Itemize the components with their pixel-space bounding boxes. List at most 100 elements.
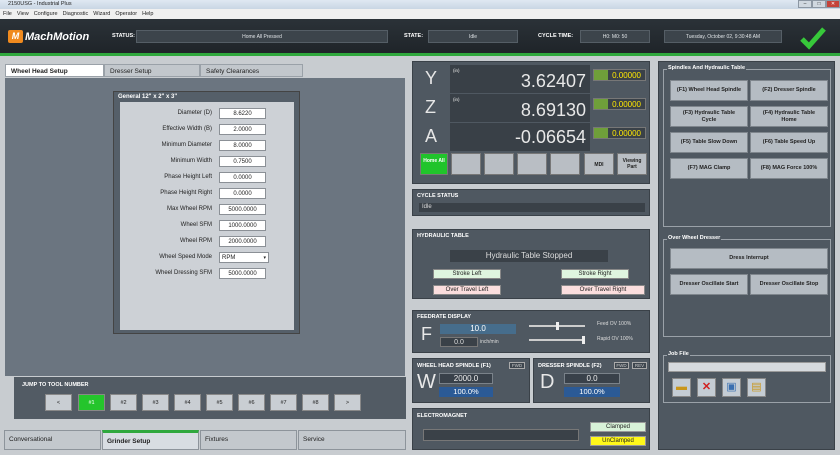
tool-1-button[interactable]: #1 xyxy=(78,394,105,411)
phase-height-left-input[interactable]: 0.0000 xyxy=(219,172,266,183)
minimum-diameter-input[interactable]: 8.0000 xyxy=(219,140,266,151)
offset-bar xyxy=(594,99,608,109)
minimum-width-input[interactable]: 0.7500 xyxy=(219,156,266,167)
tool-8-button[interactable]: #8 xyxy=(302,394,329,411)
tab-wheel-head-setup[interactable]: Wheel Head Setup xyxy=(5,64,104,77)
feed-ov-slider[interactable] xyxy=(529,322,585,330)
feedrate-actual: 0.0 xyxy=(440,337,478,347)
tool-3-button[interactable]: #3 xyxy=(142,394,169,411)
f7-mag-clamp-button[interactable]: (F7) MAG Clamp xyxy=(670,158,748,179)
field-label: Effective Width (B) xyxy=(162,126,212,132)
field-label: Max Wheel RPM xyxy=(166,206,212,212)
mdi-button[interactable]: MDI xyxy=(584,153,614,175)
blank-button-3[interactable] xyxy=(517,153,547,175)
delete-icon[interactable]: ✕ xyxy=(697,378,716,397)
close-button[interactable]: ✕ xyxy=(826,0,840,8)
hydraulic-title: HYDRAULIC TABLE xyxy=(417,233,469,239)
tool-prev-button[interactable]: < xyxy=(45,394,72,411)
offset-value: 0.00000 xyxy=(612,71,641,80)
wheel-rpm-input[interactable]: 2000.0000 xyxy=(219,236,266,247)
offset-bar xyxy=(594,70,608,80)
dresser-oscillate-start-button[interactable]: Dresser Oscillate Start xyxy=(670,274,748,295)
header-bar: M MachMotion STATUS: Home All Pressed STA… xyxy=(0,19,840,56)
viewing-part-button[interactable]: Viewing Part xyxy=(617,153,647,175)
home-all-button[interactable]: Home All xyxy=(420,153,448,175)
f4-hydraulic-table-home-button[interactable]: (F4) Hydraulic Table Home xyxy=(750,106,828,127)
dress-interrupt-button[interactable]: Dress Interrupt xyxy=(670,248,828,269)
job-file-input[interactable] xyxy=(668,362,826,372)
field-row: Wheel SFM 1000.0000 xyxy=(120,219,294,232)
axis-y-readout[interactable]: (in) 3.62407 xyxy=(450,65,590,93)
slider-knob[interactable] xyxy=(582,336,585,344)
axis-a-readout[interactable]: -0.06654 xyxy=(450,123,590,151)
load-icon[interactable]: ▤ xyxy=(747,378,766,397)
wheel-speed-mode-select[interactable]: RPM ▾ xyxy=(219,252,269,263)
select-value: RPM xyxy=(222,255,236,261)
state-value: Idle xyxy=(428,30,518,43)
slider-knob[interactable] xyxy=(555,322,559,330)
wheel-sfm-input[interactable]: 1000.0000 xyxy=(219,220,266,231)
dresser-oscillate-stop-button[interactable]: Dresser Oscillate Stop xyxy=(750,274,828,295)
logo-mark-icon: M xyxy=(8,30,23,43)
cycle-status-panel: CYCLE STATUS Idle xyxy=(412,189,650,216)
save-icon[interactable]: ▣ xyxy=(722,378,741,397)
blank-button-1[interactable] xyxy=(451,153,481,175)
axis-value: 3.62407 xyxy=(520,71,586,91)
tab-safety-clearances[interactable]: Safety Clearances xyxy=(200,64,303,77)
folder-icon[interactable]: ▬ xyxy=(672,378,691,397)
tab-dresser-setup[interactable]: Dresser Setup xyxy=(104,64,200,77)
menu-operator[interactable]: Operator xyxy=(115,9,137,19)
menu-help[interactable]: Help xyxy=(142,9,153,19)
tool-6-button[interactable]: #6 xyxy=(238,394,265,411)
axis-z-readout[interactable]: (in) 8.69130 xyxy=(450,94,590,122)
bottom-tabs: Conversational Grinder Setup Fixtures Se… xyxy=(4,430,406,450)
blank-button-4[interactable] xyxy=(550,153,580,175)
f6-table-speed-up-button[interactable]: (F6) Table Speed Up xyxy=(750,132,828,153)
f8-mag-force-button[interactable]: (F8) MAG Force 100% xyxy=(750,158,828,179)
electromagnet-panel: ELECTROMAGNET Clamped UnClamped xyxy=(412,408,650,450)
f5-table-slow-down-button[interactable]: (F5) Table Slow Down xyxy=(670,132,748,153)
dro-panel: Y (in) 3.62407 0.00000 Z (in) 8.69130 0.00… xyxy=(412,61,650,184)
menu-diagnostic[interactable]: Diagnostic xyxy=(63,9,89,19)
cycle-time-value: H0: M0: 50 xyxy=(580,30,650,43)
menu-wizard[interactable]: Wizard xyxy=(93,9,110,19)
cycle-status-value: Idle xyxy=(419,203,645,212)
field-row: Wheel Speed Mode RPM ▾ xyxy=(120,251,294,264)
datetime: Tuesday, October 02, 9:30:48 AM xyxy=(664,30,782,43)
max-wheel-rpm-input[interactable]: 5000.0000 xyxy=(219,204,266,215)
hydraulic-status: Hydraulic Table Stopped xyxy=(450,250,608,262)
job-file-title: Job File xyxy=(667,351,690,357)
tool-4-button[interactable]: #4 xyxy=(174,394,201,411)
field-row: Wheel Dressing SFM 5000.0000 xyxy=(120,267,294,280)
minimize-button[interactable]: – xyxy=(798,0,812,8)
f3-hydraulic-table-cycle-button[interactable]: (F3) Hydraulic Table Cycle xyxy=(670,106,748,127)
tool-2-button[interactable]: #2 xyxy=(110,394,137,411)
f2-dresser-spindle-button[interactable]: (F2) Dresser Spindle xyxy=(750,80,828,101)
stroke-right-indicator: Stroke Right xyxy=(561,269,629,279)
field-row: Minimum Diameter 8.0000 xyxy=(120,139,294,152)
maximize-button[interactable]: □ xyxy=(812,0,826,8)
menu-configure[interactable]: Configure xyxy=(34,9,58,19)
rapid-ov-label: Rapid OV 100% xyxy=(597,336,633,342)
tool-next-button[interactable]: > xyxy=(334,394,361,411)
dresser-spindle-percent: 100.0% xyxy=(564,387,620,397)
tab-conversational[interactable]: Conversational xyxy=(4,430,101,450)
wheel-dressing-sfm-input[interactable]: 5000.0000 xyxy=(219,268,266,279)
axis-a-offset: 0.00000 xyxy=(593,127,646,139)
tool-5-button[interactable]: #5 xyxy=(206,394,233,411)
rapid-ov-slider[interactable] xyxy=(529,336,585,344)
tab-grinder-setup[interactable]: Grinder Setup xyxy=(102,430,199,450)
tab-service[interactable]: Service xyxy=(298,430,406,450)
tool-7-button[interactable]: #7 xyxy=(270,394,297,411)
blank-button-2[interactable] xyxy=(484,153,514,175)
menu-file[interactable]: File xyxy=(3,9,12,19)
phase-height-right-input[interactable]: 0.0000 xyxy=(219,188,266,199)
effective-width-input[interactable]: 2.0000 xyxy=(219,124,266,135)
axis-value: 8.69130 xyxy=(520,100,586,120)
menu-view[interactable]: View xyxy=(17,9,29,19)
diameter-input[interactable]: 8.6220 xyxy=(219,108,266,119)
axis-unit: (in) xyxy=(453,68,460,73)
over-travel-right-indicator: Over Travel Right xyxy=(561,285,645,295)
tab-fixtures[interactable]: Fixtures xyxy=(200,430,297,450)
f1-wheel-head-spindle-button[interactable]: (F1) Wheel Head Spindle xyxy=(670,80,748,101)
